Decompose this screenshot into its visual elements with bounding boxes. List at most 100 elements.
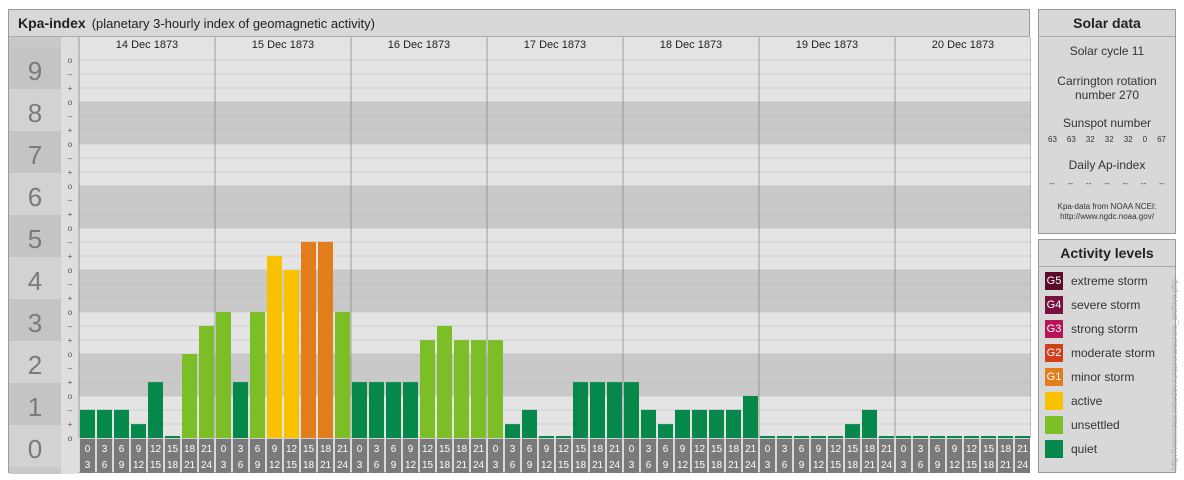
date-label: 15 Dec 1873 [252, 39, 314, 51]
sunspot-value: 0 [1142, 135, 1148, 144]
minor-tick-label: – [68, 280, 73, 289]
kp-bar [522, 409, 537, 438]
kp-bar [607, 382, 622, 438]
hour-start-label: 18 [456, 444, 468, 455]
kpa-chart-panel: Kpa-index (planetary 3-hourly index of ge… [8, 9, 1031, 474]
hour-end-label: 18 [711, 460, 723, 471]
kp-bar [760, 436, 775, 438]
kp-bar [250, 312, 265, 438]
sunspot-value: 32 [1085, 135, 1095, 144]
hour-end-label: 15 [694, 460, 706, 471]
kp-bar [539, 436, 554, 438]
kp-bar [777, 436, 792, 438]
kp-bar [590, 382, 605, 438]
hour-start-label: 15 [711, 444, 723, 455]
activity-level-swatch [1045, 416, 1063, 434]
hour-start-label: 21 [201, 444, 213, 455]
hour-end-label: 24 [201, 460, 213, 471]
minor-tick-label: o [68, 266, 73, 275]
y-band [79, 186, 1031, 228]
hour-end-label: 24 [473, 460, 485, 471]
kp-bar [726, 409, 741, 438]
kp-bar [981, 436, 996, 438]
activity-level-swatch [1045, 392, 1063, 410]
minor-tick-label: – [68, 112, 73, 121]
minor-tick-label: – [68, 406, 73, 415]
kp-bar [284, 270, 299, 438]
hour-end-label: 12 [677, 460, 689, 471]
hour-start-label: 12 [830, 444, 842, 455]
hour-end-label: 24 [1017, 460, 1029, 471]
kp-bar [505, 424, 520, 438]
y-tick-label: 1 [28, 392, 42, 422]
kpa-bar-chart: 0123456789 o+–o+–o+–o+–o+–o+–o+–o+–o+–o … [9, 37, 1031, 474]
hour-start-label: 12 [150, 444, 162, 455]
hour-end-label: 6 [646, 460, 652, 471]
hour-start-label: 0 [629, 444, 635, 455]
y-tick-label: 5 [28, 224, 42, 254]
source-note-line2: http://www.ngdc.noaa.gov/ [1060, 212, 1154, 221]
activity-level-swatch [1045, 440, 1063, 458]
sunspot-value: 32 [1104, 135, 1114, 144]
hour-start-label: 6 [119, 444, 125, 455]
hour-start-label: 12 [694, 444, 706, 455]
carrington-rotation-line1: Carrington rotation [1057, 74, 1157, 88]
hour-start-label: 9 [136, 444, 142, 455]
hour-start-label: 12 [422, 444, 434, 455]
kp-bar [1015, 436, 1030, 438]
minor-tick-label: – [68, 364, 73, 373]
hour-end-label: 12 [405, 460, 417, 471]
kp-bar [301, 241, 316, 438]
kp-bar [437, 325, 452, 438]
hour-end-label: 21 [184, 460, 196, 471]
hour-start-label: 9 [272, 444, 278, 455]
kp-bar [335, 312, 350, 438]
minor-tick-label: + [68, 210, 73, 219]
minor-tick-label: o [68, 182, 73, 191]
hour-start-label: 18 [592, 444, 604, 455]
carrington-rotation-line2: number 270 [1074, 88, 1140, 102]
kp-bar [930, 436, 945, 438]
activity-level-swatch: G3 [1045, 320, 1063, 338]
hour-start-label: 18 [728, 444, 740, 455]
date-label: 20 Dec 1873 [932, 39, 994, 51]
hour-start-label: 18 [184, 444, 196, 455]
minor-tick-label: – [68, 238, 73, 247]
activity-levels-panel: Activity levels G5 extreme storm G4 severe … [1038, 239, 1176, 473]
activity-levels-title: Activity levels [1039, 240, 1175, 267]
date-label: 16 Dec 1873 [388, 39, 450, 51]
kp-bar [896, 436, 911, 438]
kp-bar [97, 409, 112, 438]
kp-bar [573, 382, 588, 438]
ap-value: -- [1159, 179, 1165, 188]
sunspot-value: 63 [1048, 135, 1057, 144]
hour-end-label: 18 [575, 460, 587, 471]
sunspot-value: 67 [1157, 135, 1166, 144]
kp-bar [386, 382, 401, 438]
ap-value: -- [1086, 179, 1092, 188]
minor-tick-label: o [68, 98, 73, 107]
credit-url: http://www.tesis.lebedev.ru/aurora/auror… [1170, 278, 1179, 470]
date-label: 19 Dec 1873 [796, 39, 858, 51]
hour-end-label: 3 [629, 460, 635, 471]
hour-end-label: 18 [303, 460, 315, 471]
kp-bar [998, 436, 1013, 438]
y-tick-label: 3 [28, 308, 42, 338]
y-band [79, 144, 1031, 186]
hour-start-label: 21 [881, 444, 893, 455]
solar-cycle: Solar cycle 11 [1069, 44, 1145, 58]
activity-levels-list: G5 extreme storm G4 severe storm G3 strong st… [1039, 271, 1175, 459]
hour-end-label: 15 [966, 460, 978, 471]
date-label: 17 Dec 1873 [524, 39, 586, 51]
kp-bar [862, 409, 877, 438]
kp-bar [182, 354, 197, 438]
kp-bar [624, 382, 639, 438]
minor-tick-label: + [68, 168, 73, 177]
ap-value: -- [1104, 179, 1110, 188]
hour-end-label: 3 [85, 460, 91, 471]
sunspot-value: 32 [1123, 135, 1133, 144]
hour-end-label: 6 [374, 460, 380, 471]
hour-start-label: 3 [102, 444, 108, 455]
hour-start-label: 21 [473, 444, 485, 455]
hour-end-label: 15 [422, 460, 434, 471]
